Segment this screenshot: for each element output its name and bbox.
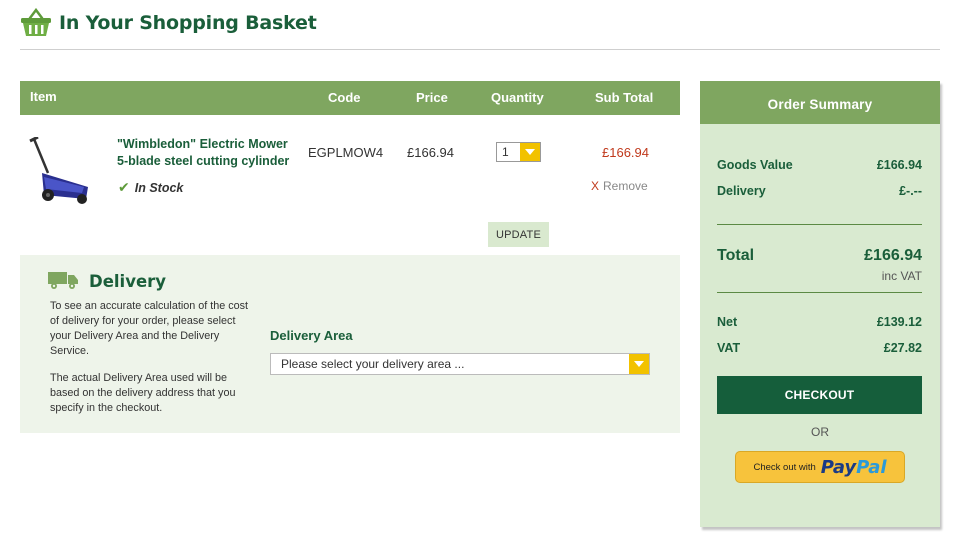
basket-icon (21, 8, 51, 36)
column-subtotal: Sub Total (595, 90, 654, 105)
page-header: In Your Shopping Basket (20, 6, 317, 40)
stock-label: In Stock (134, 180, 184, 195)
vat-row: VAT £27.82 (717, 341, 922, 355)
order-summary: Order Summary Goods Value £166.94 Delive… (700, 81, 940, 527)
quantity-value: 1 (502, 145, 509, 159)
delivery-info: To see an accurate calculation of the co… (50, 299, 250, 428)
column-price: Price (416, 90, 448, 105)
summary-divider (717, 224, 922, 225)
goods-value-amount: £166.94 (876, 158, 922, 172)
paypal-prefix: Check out with (753, 461, 816, 473)
column-item: Item (30, 89, 57, 104)
inc-vat-note: inc VAT (881, 269, 922, 283)
stock-status: ✔ In Stock (118, 179, 183, 196)
remove-icon[interactable]: X (591, 179, 599, 193)
update-button[interactable]: UPDATE (488, 222, 549, 247)
paypal-logo-pay: Pay (820, 456, 857, 478)
delivery-area-label: Delivery Area (270, 328, 353, 343)
delivery-cost-label: Delivery (717, 184, 766, 198)
remove-label: Remove (603, 179, 648, 193)
title-divider (20, 49, 940, 50)
product-name-line1: "Wimbledon" Electric Mower (117, 137, 288, 151)
delivery-area-select[interactable]: Please select your delivery area ... (270, 353, 650, 375)
quantity-select[interactable]: 1 (496, 142, 541, 162)
delivery-panel: Delivery To see an accurate calculation … (20, 255, 680, 433)
product-image[interactable] (28, 137, 98, 205)
total-row: Total £166.94 (717, 247, 922, 265)
basket-table-header: Item Code Price Quantity Sub Total (20, 81, 680, 115)
chevron-down-icon[interactable] (629, 354, 649, 374)
net-row: Net £139.12 (717, 315, 922, 329)
delivery-info-text2: The actual Delivery Area used will be ba… (50, 372, 236, 414)
or-separator: OR (811, 425, 829, 439)
product-code: EGPLMOW4 (308, 145, 384, 160)
remove-link[interactable]: X Remove (591, 179, 648, 193)
delivery-title: Delivery (89, 272, 167, 291)
product-name-line2: 5-blade steel cutting cylinder (117, 154, 290, 168)
column-code: Code (328, 90, 361, 105)
table-row: "Wimbledon" Electric Mower 5-blade steel… (20, 115, 680, 255)
check-icon: ✔ (118, 179, 130, 195)
order-summary-title: Order Summary (700, 81, 940, 124)
checkout-button[interactable]: CHECKOUT (717, 376, 922, 414)
net-amount: £139.12 (876, 315, 922, 329)
net-label: Net (717, 315, 738, 329)
vat-label: VAT (717, 341, 741, 355)
paypal-checkout-button[interactable]: Check out with PayPal (735, 451, 905, 483)
delivery-cost-amount: £-.-- (899, 184, 922, 198)
page-title: In Your Shopping Basket (59, 12, 317, 34)
total-amount: £166.94 (864, 247, 922, 264)
product-name-link[interactable]: "Wimbledon" Electric Mower 5-blade steel… (117, 136, 317, 170)
goods-value-label: Goods Value (717, 158, 793, 172)
summary-divider (717, 292, 922, 293)
truck-icon (48, 272, 78, 289)
column-quantity: Quantity (491, 90, 544, 105)
total-label: Total (717, 247, 755, 264)
product-price: £166.94 (407, 145, 454, 160)
delivery-info-text1: To see an accurate calculation of the co… (50, 300, 249, 357)
vat-amount: £27.82 (883, 341, 922, 355)
paypal-logo: PayPal (821, 457, 887, 478)
chevron-down-icon[interactable] (520, 143, 540, 161)
delivery-cost-row: Delivery £-.-- (717, 184, 922, 198)
row-subtotal: £166.94 (602, 145, 649, 160)
delivery-area-placeholder: Please select your delivery area ... (281, 357, 465, 371)
goods-value-row: Goods Value £166.94 (717, 158, 922, 172)
paypal-logo-pal: Pal (856, 456, 887, 478)
